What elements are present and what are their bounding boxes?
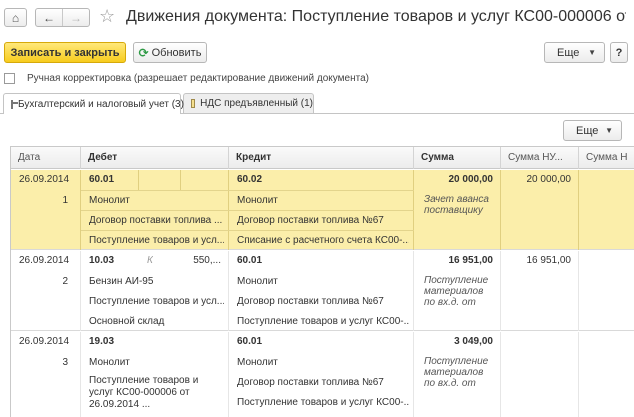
credit-subconto-1: Монолит <box>237 276 278 287</box>
debit-account: 19.03 <box>89 336 115 347</box>
col-sum-nu[interactable]: Сумма НУ... <box>501 147 579 169</box>
debit-subconto-3: Основной склад <box>89 316 165 327</box>
entry-sum-n: 1 <box>579 255 634 266</box>
entry-number: 3 <box>62 357 68 368</box>
home-icon: ⌂ <box>11 10 20 25</box>
credit-subconto-3: Поступление товаров и услуг КС00-... <box>237 316 409 327</box>
entries-table[interactable]: Дата Дебет Кредит Сумма Сумма НУ... Сумм… <box>10 146 634 417</box>
entry-date: 26.09.2014 <box>19 255 70 266</box>
grid-more-button[interactable]: Еще ▼ <box>563 120 622 141</box>
column-divider <box>578 332 579 417</box>
credit-subconto-1: Монолит <box>237 357 278 368</box>
credit-account: 60.02 <box>237 174 263 185</box>
home-button[interactable]: ⌂ <box>4 8 27 27</box>
back-arrow-icon[interactable]: ← <box>36 9 63 26</box>
column-divider <box>180 170 181 190</box>
more-menu-button[interactable]: Еще ▼ <box>544 42 605 63</box>
row-divider <box>81 190 414 191</box>
entry-date: 26.09.2014 <box>19 336 70 347</box>
dropdown-caret-icon: ▼ <box>588 48 596 57</box>
register-icon <box>191 99 196 108</box>
entry-sum-n: 2 <box>579 174 634 185</box>
favorite-star-icon[interactable]: ☆ <box>99 6 115 26</box>
manual-adjust-row: Ручная корректировка (разрешает редактир… <box>4 71 369 85</box>
col-credit[interactable]: Кредит <box>229 147 414 169</box>
credit-subconto-1: Монолит <box>237 195 278 206</box>
entry-sum: 3 049,00 <box>454 336 493 347</box>
column-divider <box>138 170 139 190</box>
manual-adjust-checkbox[interactable] <box>4 72 15 84</box>
debit-account: 60.01 <box>89 174 115 185</box>
credit-subconto-3: Поступление товаров и услуг КС00-... <box>237 397 409 408</box>
entry-sum: 16 951,00 <box>448 255 494 266</box>
credit-subconto-3: Списание с расчетного счета КС00-... <box>237 235 409 246</box>
table-header: Дата Дебет Кредит Сумма Сумма НУ... Сумм… <box>11 147 634 169</box>
credit-subconto-2: Договор поставки топлива №67 <box>237 296 384 307</box>
entry-content: Поступление материалов по вх.д. от <box>424 275 489 308</box>
table-row[interactable]: 26.09.2014 3 19.03 Монолит Поступление т… <box>11 332 634 417</box>
debit-subconto-1: Бензин АИ-95 <box>89 276 154 287</box>
credit-account: 60.01 <box>237 255 263 266</box>
dropdown-caret-icon: ▼ <box>605 126 613 135</box>
tab-accounting[interactable]: Бухгалтерский и налоговый учет (3) <box>3 93 184 114</box>
row-divider <box>81 210 414 211</box>
tab-label: НДС предъявленный (1) <box>200 98 313 109</box>
table-row[interactable]: 26.09.2014 2 10.03 К 550,... Бензин АИ-9… <box>11 251 634 331</box>
row-divider <box>81 230 414 231</box>
refresh-label: Обновить <box>151 46 202 59</box>
credit-subconto-2: Договор поставки топлива №67 <box>237 215 384 226</box>
help-button[interactable]: ? <box>610 42 628 63</box>
nav-history-group: ← → <box>35 8 90 27</box>
credit-subconto-2: Договор поставки топлива №67 <box>237 377 384 388</box>
tab-vat[interactable]: НДС предъявленный (1) <box>183 93 314 113</box>
debit-subconto-3: Поступление товаров и усл... <box>89 235 224 246</box>
grid-more-label: Еще <box>576 124 599 137</box>
col-debit[interactable]: Дебет <box>81 147 229 169</box>
column-divider <box>80 332 81 417</box>
debit-amount: 550,... <box>193 255 221 266</box>
entry-number: 1 <box>62 195 68 206</box>
table-row[interactable]: 26.09.2014 1 60.01 Монолит Договор поста… <box>11 170 634 250</box>
debit-subconto-1: Монолит <box>89 195 130 206</box>
debit-subconto-2: Поступление товаров и услуг КС00-000006 … <box>89 375 199 410</box>
tab-label: Бухгалтерский и налоговый учет (3) <box>18 98 184 110</box>
column-divider <box>228 332 229 417</box>
entry-content: Поступление материалов по вх.д. от <box>424 356 489 389</box>
manual-adjust-label: Ручная корректировка (разрешает редактир… <box>27 72 369 84</box>
entry-sum: 20 000,00 <box>448 174 494 185</box>
col-sum-n[interactable]: Сумма Н <box>579 147 634 169</box>
col-date[interactable]: Дата <box>11 147 81 169</box>
column-divider <box>500 332 501 417</box>
entry-sum-nu: 20 000,00 <box>526 174 572 185</box>
credit-account: 60.01 <box>237 336 263 347</box>
entry-content: Зачет аванса поставщику <box>424 194 489 216</box>
column-divider <box>228 251 229 331</box>
refresh-icon: ⟳ <box>138 45 149 60</box>
save-and-close-button[interactable]: Записать и закрыть <box>4 42 126 63</box>
debit-subconto-2: Договор поставки топлива ... <box>89 215 223 226</box>
title-bar: ⌂ ← → ☆ Движения документа: Поступление … <box>0 0 634 36</box>
debit-account: 10.03 <box>89 255 115 266</box>
entry-sum-nu: 16 951,00 <box>526 255 572 266</box>
more-label: Еще <box>557 46 580 59</box>
debit-subconto-1: Монолит <box>89 357 130 368</box>
col-sum[interactable]: Сумма <box>414 147 501 169</box>
tab-bar: Бухгалтерский и налоговый учет (3) НДС п… <box>0 93 634 114</box>
debit-subconto-2: Поступление товаров и усл... <box>89 296 224 307</box>
entry-date: 26.09.2014 <box>19 174 70 185</box>
forward-arrow-icon[interactable]: → <box>63 9 89 26</box>
window-title: Движения документа: Поступление товаров … <box>126 8 626 25</box>
debit-quantity: К <box>147 255 153 266</box>
entry-number: 2 <box>62 276 68 287</box>
column-divider <box>80 251 81 331</box>
ledger-icon <box>11 99 18 109</box>
refresh-button[interactable]: ⟳ Обновить <box>133 42 207 63</box>
